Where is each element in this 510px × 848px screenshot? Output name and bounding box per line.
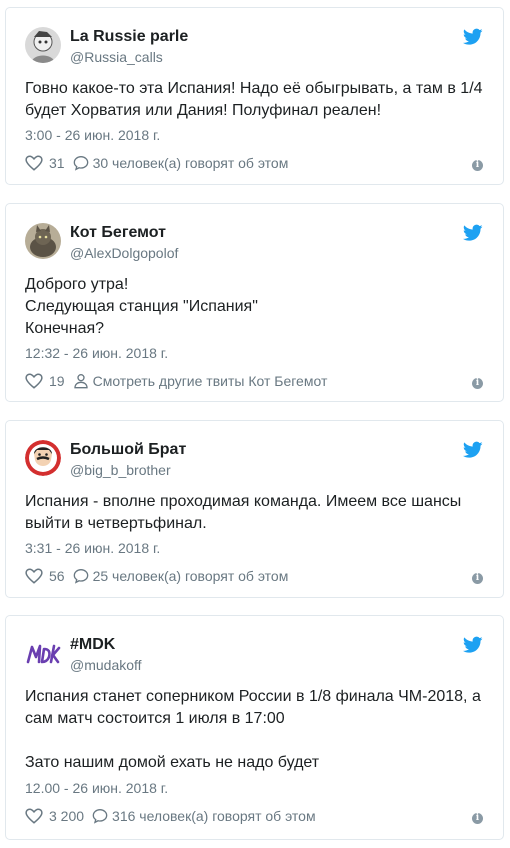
author-handle[interactable]: @big_b_brother xyxy=(70,462,171,478)
tweet-text-line: Доброго утра! xyxy=(25,276,129,293)
tweet-text-line xyxy=(25,730,485,752)
info-icon[interactable]: i xyxy=(472,573,483,584)
twitter-bird-icon[interactable] xyxy=(463,28,483,46)
tweet-text-line: Конечная? xyxy=(25,320,105,337)
info-icon[interactable]: i xyxy=(472,160,483,171)
heart-icon[interactable] xyxy=(25,155,43,171)
author-name[interactable]: Большой Брат xyxy=(70,441,186,459)
like-count: 56 xyxy=(49,568,65,584)
tweet-actions: 31 30 человек(а) говорят об этом xyxy=(25,155,288,171)
tweet-text: Испания станет соперником России в 1/8 ф… xyxy=(25,686,485,774)
tweet-timestamp[interactable]: 12.00 - 26 июн. 2018 г. xyxy=(25,780,168,796)
tweet-text-line: Испания - вполне проходимая команда. Име… xyxy=(25,493,462,532)
tweet-text-line: Следующая станция "Испания" xyxy=(25,298,258,315)
replies-link[interactable]: 30 человек(а) говорят об этом xyxy=(93,155,289,171)
replies-link[interactable]: 316 человек(а) говорят об этом xyxy=(112,808,316,824)
info-icon[interactable]: i xyxy=(472,813,483,824)
speech-bubble-icon[interactable] xyxy=(92,808,108,824)
avatar[interactable] xyxy=(25,27,61,63)
tweet-actions: 56 25 человек(а) говорят об этом xyxy=(25,568,288,584)
tweet-text-line: Говно какое-то эта Испания! Надо её обыг… xyxy=(25,80,483,119)
replies-link[interactable]: 25 человек(а) говорят об этом xyxy=(93,568,289,584)
tweet-text: Говно какое-то эта Испания! Надо её обыг… xyxy=(25,78,485,122)
tweet-timestamp[interactable]: 3:31 - 26 июн. 2018 г. xyxy=(25,540,160,556)
avatar[interactable] xyxy=(25,223,61,259)
tweet-text-line: Испания станет соперником России в 1/8 ф… xyxy=(25,688,481,727)
tweet-text: Доброго утра! Следующая станция "Испания… xyxy=(25,274,485,340)
author-handle[interactable]: @mudakoff xyxy=(70,657,142,673)
like-count: 3 200 xyxy=(49,808,85,824)
author-name[interactable]: Кот Бегемот xyxy=(70,224,166,242)
info-icon[interactable]: i xyxy=(472,378,483,389)
heart-icon[interactable] xyxy=(25,808,43,824)
twitter-bird-icon[interactable] xyxy=(463,224,483,242)
author-name[interactable]: La Russie parle xyxy=(70,28,188,46)
tweet-card: #MDK @mudakoff Испания станет соперником… xyxy=(5,615,504,840)
tweet-text-line: Зато нашим домой ехать не надо будет xyxy=(25,754,320,771)
author-name[interactable]: #MDK xyxy=(70,636,115,654)
tweet-actions: 19 Смотреть другие твиты Кот Бегемот xyxy=(25,373,327,389)
twitter-bird-icon[interactable] xyxy=(463,636,483,654)
tweet-actions: 3 200 316 человек(а) говорят об этом xyxy=(25,808,316,824)
speech-bubble-icon[interactable] xyxy=(73,568,89,584)
tweet-card: Кот Бегемот @AlexDolgopolof Доброго утра… xyxy=(5,203,504,402)
tweet-timestamp[interactable]: 3:00 - 26 июн. 2018 г. xyxy=(25,127,160,143)
avatar[interactable] xyxy=(25,635,61,671)
heart-icon[interactable] xyxy=(25,373,43,389)
like-count: 31 xyxy=(49,155,65,171)
author-handle[interactable]: @AlexDolgopolof xyxy=(70,245,178,261)
tweet-card: Большой Брат @big_b_brother Испания - вп… xyxy=(5,420,504,598)
twitter-bird-icon[interactable] xyxy=(463,441,483,459)
person-icon[interactable] xyxy=(73,373,89,389)
tweet-text: Испания - вполне проходимая команда. Име… xyxy=(25,491,485,535)
more-tweets-link[interactable]: Смотреть другие твиты Кот Бегемот xyxy=(93,373,328,389)
heart-icon[interactable] xyxy=(25,568,43,584)
author-handle[interactable]: @Russia_calls xyxy=(70,49,163,65)
speech-bubble-icon[interactable] xyxy=(73,155,89,171)
tweet-timestamp[interactable]: 12:32 - 26 июн. 2018 г. xyxy=(25,345,168,361)
like-count: 19 xyxy=(49,373,65,389)
tweet-card: La Russie parle @Russia_calls Говно како… xyxy=(5,7,504,185)
avatar[interactable] xyxy=(25,440,61,476)
